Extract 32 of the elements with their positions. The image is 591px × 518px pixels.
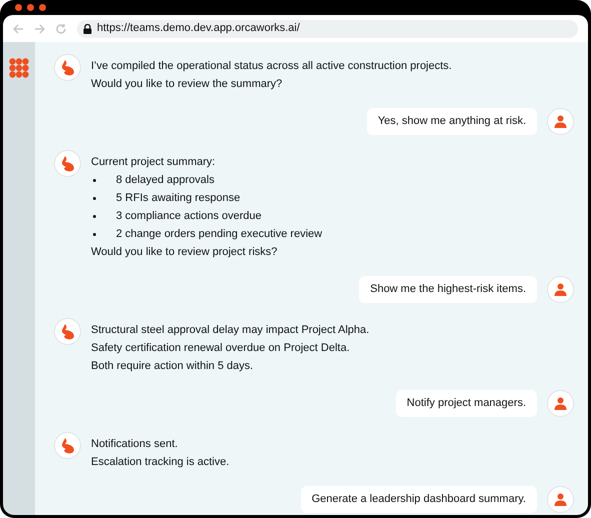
lock-icon xyxy=(83,24,92,34)
address-bar[interactable]: https://teams.demo.dev.app.orcaworks.ai/ xyxy=(77,20,578,38)
grid-logo-icon[interactable] xyxy=(9,58,29,78)
person-icon xyxy=(554,493,567,506)
message-bullet-text: 3 compliance actions overdue xyxy=(116,209,262,224)
message-text: Escalation tracking is active. xyxy=(91,455,230,470)
message-text: Would you like to review project risks? xyxy=(91,245,278,260)
person-icon xyxy=(554,397,567,410)
person-icon xyxy=(554,283,567,296)
user-message-bubble: Generate a leadership dashboard summary. xyxy=(300,486,537,513)
message-bullet-text: 8 delayed approvals xyxy=(116,173,214,188)
user-message-bubble: Yes, show me anything at risk. xyxy=(366,108,537,135)
message-text: Safety certification renewal overdue on Project Delta. xyxy=(91,341,351,356)
message-bullet-text: 5 RFIs awaiting response xyxy=(116,191,240,206)
message-text: Notifications sent. xyxy=(91,437,179,452)
url-text: https://teams.demo.dev.app.orcaworks.ai/ xyxy=(97,21,300,36)
user-message-bubble: Notify project managers. xyxy=(396,390,537,417)
message-text: I’ve compiled the operational status across all active construction projects. xyxy=(91,59,452,74)
message-text: Both require action within 5 days. xyxy=(91,359,254,374)
message-bullet-text: 2 change orders pending executive review xyxy=(116,227,322,242)
reload-icon[interactable] xyxy=(55,22,67,34)
bullet-icon xyxy=(93,178,96,182)
back-arrow-icon[interactable] xyxy=(13,24,24,34)
forward-arrow-icon[interactable] xyxy=(34,24,45,34)
user-message-bubble: Show me the highest-risk items. xyxy=(359,276,537,303)
bullet-icon xyxy=(93,232,96,236)
bullet-icon xyxy=(93,196,96,200)
bullet-icon xyxy=(93,214,96,218)
message-text: Structural steel approval delay may impact Project Alpha. xyxy=(91,323,370,338)
message-text: Would you like to review the summary? xyxy=(91,77,284,92)
person-icon xyxy=(554,115,567,128)
message-text: Current project summary: xyxy=(91,155,216,170)
